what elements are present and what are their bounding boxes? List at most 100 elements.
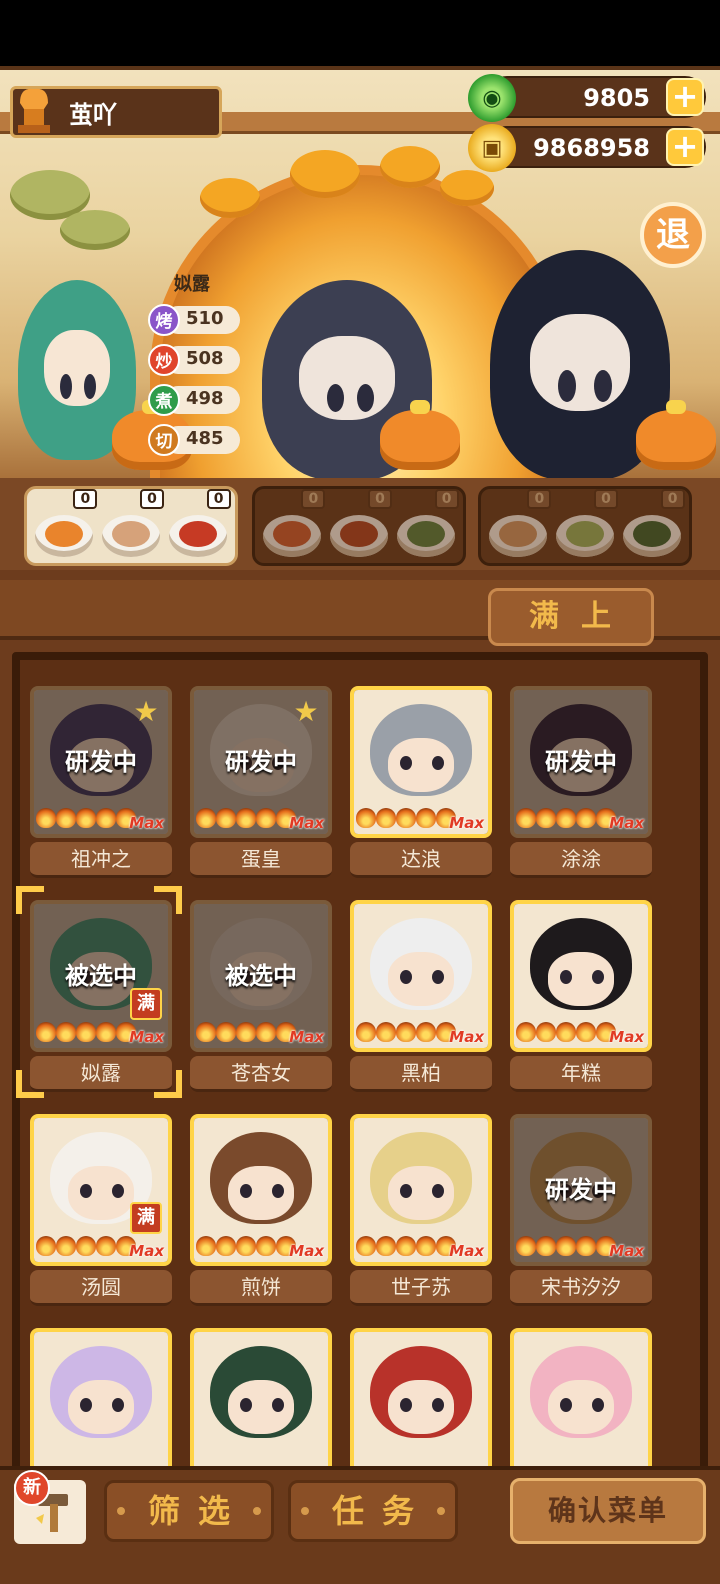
stat-row: 煮 498 <box>148 384 240 416</box>
fire-icon <box>36 808 56 828</box>
dish-slot[interactable]: 0 <box>261 489 326 557</box>
dish-slot[interactable]: 0 <box>100 489 164 557</box>
chef-status: 研发中 <box>225 748 297 776</box>
chef-name: 姒露 <box>30 1056 172 1092</box>
dish-group[interactable]: 0 0 0 <box>24 486 238 566</box>
chef-portrait <box>34 1332 168 1476</box>
cloud-decoration <box>440 170 494 206</box>
chef-portrait-frame: 被选中 Max <box>190 900 332 1052</box>
fire-icon <box>236 1236 256 1256</box>
chef-portrait-frame: Max 满 <box>30 1114 172 1266</box>
cloud-decoration <box>290 150 360 198</box>
skill-value: 498 <box>186 388 224 409</box>
dish-slot[interactable]: 0 <box>33 489 98 557</box>
chef-name: 苍杏女 <box>190 1056 332 1092</box>
skill-value: 510 <box>186 308 224 329</box>
confirm-menu-button[interactable]: 确认菜单 <box>510 1478 706 1544</box>
task-button[interactable]: 任务 <box>288 1480 458 1542</box>
chef-name: 蛋皇 <box>190 842 332 878</box>
chef-status: 被选中 <box>65 962 137 990</box>
skill-badge: 炒 <box>148 344 180 376</box>
fill-all-button[interactable]: 满上 <box>488 588 654 646</box>
max-label: Max <box>449 1028 484 1046</box>
chef-card[interactable]: Max 黑柏 <box>350 900 492 1092</box>
fire-icon <box>196 1236 216 1256</box>
max-label: Max <box>609 1028 644 1046</box>
chef-card[interactable]: Max 世子苏 <box>350 1114 492 1306</box>
chef-card[interactable]: Max 达浪 <box>350 686 492 878</box>
chef-name: 涂涂 <box>510 842 652 878</box>
dish-slot[interactable]: 0 <box>395 489 459 557</box>
dish-count: 0 <box>593 489 618 509</box>
food-icon <box>178 521 217 547</box>
fire-rating <box>36 1236 136 1260</box>
dish-slot[interactable]: 0 <box>328 489 392 557</box>
filter-button[interactable]: 筛选 <box>104 1480 274 1542</box>
fire-icon <box>96 808 116 828</box>
chef-portrait-frame: 研发中 ★ Max <box>30 686 172 838</box>
chef-card[interactable]: 研发中 ★ Max 蛋皇 <box>190 686 332 878</box>
star-icon: ★ <box>133 695 159 728</box>
dish-slot[interactable]: 0 <box>167 489 231 557</box>
chef-portrait-frame: Max <box>350 900 492 1052</box>
stat-row: 炒 508 <box>148 344 240 376</box>
fire-icon <box>216 1022 236 1042</box>
coin-currency: ▣ 9868958 + <box>468 124 706 172</box>
player-name-plate[interactable]: 茧吖 <box>10 86 222 138</box>
fire-icon <box>196 1022 216 1042</box>
chef-card[interactable]: 研发中 ★ Max 祖冲之 <box>30 686 172 878</box>
dish-count: 0 <box>206 489 231 509</box>
fire-rating <box>36 808 136 832</box>
food-icon <box>111 521 150 547</box>
fire-icon <box>576 1022 596 1042</box>
chef-name: 祖冲之 <box>30 842 172 878</box>
fire-icon <box>356 1022 376 1042</box>
fire-icon <box>76 808 96 828</box>
status-bar <box>0 0 720 66</box>
dish-count: 0 <box>73 489 98 509</box>
add-jade-button[interactable]: + <box>666 78 704 116</box>
chef-card[interactable]: 被选中 Max 苍杏女 <box>190 900 332 1092</box>
chef-portrait-frame: Max <box>350 1114 492 1266</box>
dish-bar: 0 0 0 0 0 0 0 0 0 <box>0 478 720 570</box>
dish-slot[interactable]: 0 <box>621 489 685 557</box>
chef-card[interactable]: Max 煎饼 <box>190 1114 332 1306</box>
fire-icon <box>416 1022 436 1042</box>
max-label: Max <box>129 814 164 832</box>
skill-value: 485 <box>186 428 224 449</box>
add-coin-button[interactable]: + <box>666 128 704 166</box>
chef-card[interactable]: 研发中 Max 宋书汐汐 <box>510 1114 652 1306</box>
dish-slot[interactable]: 0 <box>554 489 618 557</box>
fire-icon <box>76 1022 96 1042</box>
tools-button[interactable]: 新 <box>14 1470 86 1544</box>
cooking-pot <box>380 400 460 470</box>
chef-portrait-frame: 研发中 Max <box>510 686 652 838</box>
dish-slot[interactable]: 0 <box>487 489 552 557</box>
stats-chef-name: 姒露 <box>174 274 210 295</box>
selection-bracket <box>154 1070 182 1098</box>
exit-button[interactable]: 退 <box>640 202 706 268</box>
max-label: Max <box>449 814 484 832</box>
chef-card[interactable]: Max 年糕 <box>510 900 652 1092</box>
fire-icon <box>576 808 596 828</box>
chef-portrait-frame <box>510 1328 652 1480</box>
skill-badge: 切 <box>148 424 180 456</box>
dish-group[interactable]: 0 0 0 <box>252 486 466 566</box>
fire-icon <box>396 1236 416 1256</box>
dish-count: 0 <box>527 489 552 509</box>
dish-group[interactable]: 0 0 0 <box>478 486 692 566</box>
chef-card[interactable]: 研发中 Max 涂涂 <box>510 686 652 878</box>
jade-coin-icon: ◉ <box>468 74 516 122</box>
chef-portrait <box>194 1332 328 1476</box>
chef-card[interactable]: 被选中 Max 满姒露 <box>30 900 172 1092</box>
chef-portrait-frame <box>30 1328 172 1480</box>
fire-rating <box>356 1236 456 1260</box>
fire-icon <box>256 808 276 828</box>
chef-card[interactable]: Max 满汤圆 <box>30 1114 172 1306</box>
skill-badge: 煮 <box>148 384 180 416</box>
chef-name: 黑柏 <box>350 1056 492 1092</box>
fire-rating <box>516 808 616 832</box>
chef-name: 达浪 <box>350 842 492 878</box>
fire-icon <box>536 808 556 828</box>
dish-count: 0 <box>139 489 164 509</box>
